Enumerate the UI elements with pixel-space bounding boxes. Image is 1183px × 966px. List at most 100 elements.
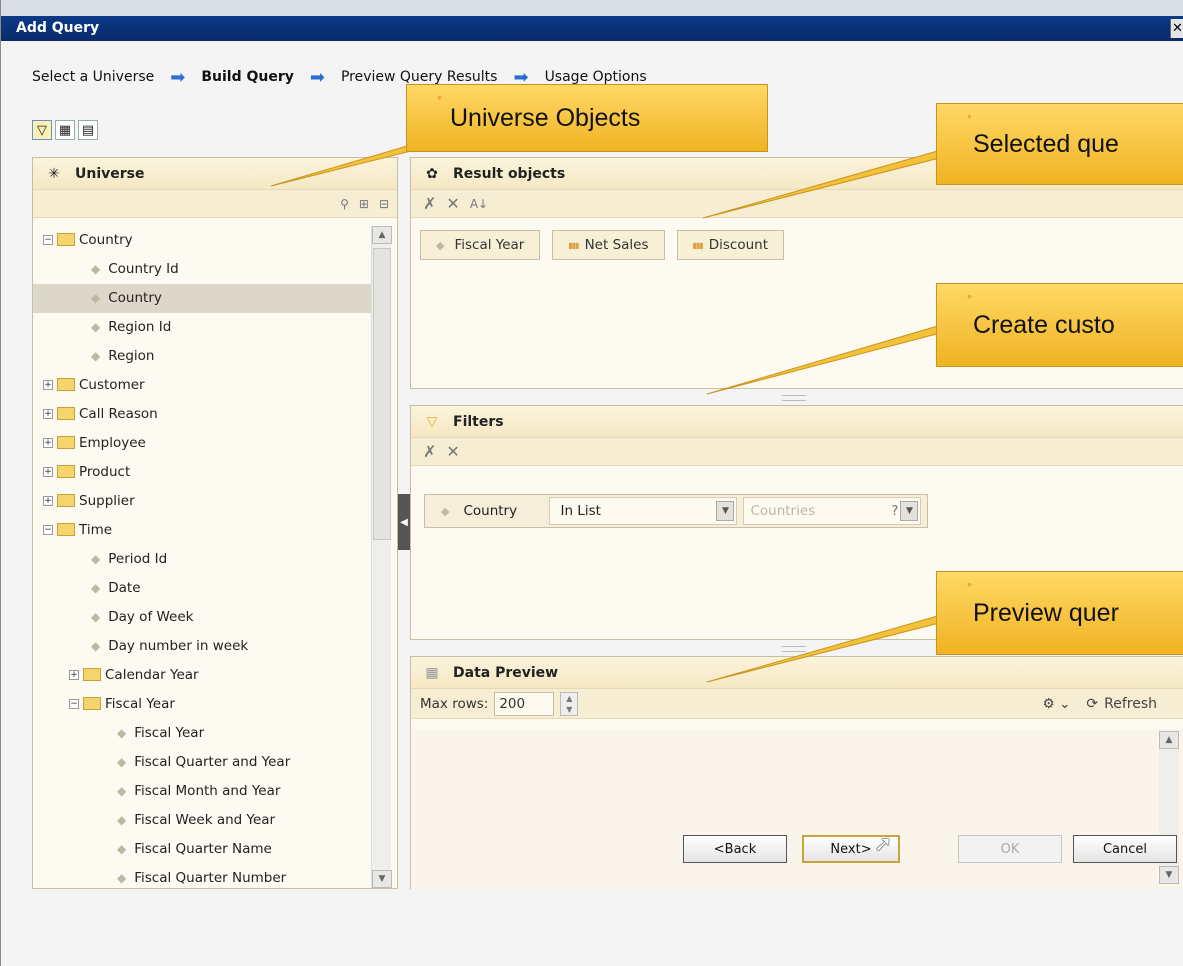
chevron-down-icon[interactable]: ▼ xyxy=(716,501,735,521)
refresh-button[interactable]: ⟳ Refresh xyxy=(1086,696,1157,712)
cancel-button[interactable]: Cancel xyxy=(1073,835,1177,863)
data-preview-toolbar: Max rows: 200 ▲ ▼ ⚙ ⌄ ⟳ Refresh xyxy=(411,689,1183,719)
remove-all-filters-icon[interactable]: ✗ xyxy=(423,442,436,461)
close-icon[interactable]: ✕ xyxy=(1170,19,1183,38)
tree-item-label: Fiscal Quarter Number xyxy=(134,870,287,886)
expand-icon[interactable]: + xyxy=(43,409,53,419)
tree-folder[interactable]: + Product xyxy=(33,458,373,487)
tree-item[interactable]: ◆ Region xyxy=(33,342,373,371)
tree-item[interactable]: ◆ Day number in week xyxy=(33,632,373,661)
max-rows-stepper[interactable]: ▲ ▼ xyxy=(560,691,579,716)
filter-operator-select[interactable]: In List ▼ xyxy=(549,497,738,525)
tree-folder[interactable]: + Calendar Year xyxy=(33,661,373,690)
tree-item[interactable]: ◆ Date xyxy=(33,574,373,603)
collapse-all-icon[interactable]: ⊟ xyxy=(379,197,389,211)
dimension-icon: ◆ xyxy=(91,262,101,276)
expand-icon[interactable]: + xyxy=(69,670,79,680)
tree-item[interactable]: ◆ Country xyxy=(33,284,373,313)
chevron-down-icon[interactable]: ▼ xyxy=(900,501,919,521)
scroll-down-icon[interactable]: ▼ xyxy=(1159,866,1179,884)
result-object-chip[interactable]: ◆ Fiscal Year xyxy=(420,230,541,260)
universe-scrollbar[interactable]: ▲ ▼ xyxy=(371,226,392,888)
table-view-icon[interactable]: ▦ xyxy=(55,120,75,140)
remove-filter-icon[interactable]: ✕ xyxy=(446,442,459,461)
search-icon[interactable]: ⚲ xyxy=(340,197,349,211)
measure-icon: ▮▮▮ xyxy=(692,240,704,250)
tree-folder[interactable]: − Fiscal Year xyxy=(33,690,373,719)
scroll-up-icon[interactable]: ▲ xyxy=(1159,731,1179,749)
tree-item[interactable]: ◆ Fiscal Quarter Name xyxy=(33,835,373,864)
settings-dropdown-icon[interactable]: ⚙ ⌄ xyxy=(1043,696,1071,712)
tree-item[interactable]: ◆ Fiscal Month and Year xyxy=(33,777,373,806)
back-button[interactable]: <Back xyxy=(683,835,787,863)
sort-icon[interactable]: A↓ xyxy=(470,197,488,211)
dimension-icon: ◆ xyxy=(91,552,101,566)
tree-item-label: Employee xyxy=(79,435,146,451)
dimension-icon: ◆ xyxy=(91,581,101,595)
result-object-chip[interactable]: ▮▮▮ Net Sales xyxy=(552,230,665,260)
filter-row[interactable]: ◆ Country In List ▼ Countries ? ▼ xyxy=(424,494,928,528)
remove-all-icon[interactable]: ✗ xyxy=(423,194,436,213)
folder-icon xyxy=(57,406,75,420)
bullet-icon: • xyxy=(967,108,972,124)
tree-folder[interactable]: + Call Reason xyxy=(33,400,373,429)
tree-item-label: Customer xyxy=(79,377,145,393)
prompt-icon[interactable]: ? xyxy=(891,503,898,519)
tree-item[interactable]: ◆ Fiscal Quarter and Year xyxy=(33,748,373,777)
scroll-up-icon[interactable]: ▲ xyxy=(372,226,392,244)
expand-all-icon[interactable]: ⊞ xyxy=(359,197,369,211)
tree-item-label: Region xyxy=(108,348,155,364)
tree-item[interactable]: ◆ Region Id xyxy=(33,313,373,342)
dimension-icon: ◆ xyxy=(117,842,127,856)
refresh-icon: ⟳ xyxy=(1086,696,1099,712)
table-icon: ▦ xyxy=(425,664,439,681)
tree-folder[interactable]: + Supplier xyxy=(33,487,373,516)
dimension-icon: ◆ xyxy=(91,320,101,334)
tree-item[interactable]: ◆ Day of Week xyxy=(33,603,373,632)
tree-item-label: Fiscal Quarter Name xyxy=(134,841,272,857)
result-object-label: Fiscal Year xyxy=(454,237,525,253)
results-filters-splitter[interactable] xyxy=(410,389,1183,405)
remove-icon[interactable]: ✕ xyxy=(446,194,459,213)
dimension-icon: ◆ xyxy=(91,291,101,305)
view-toolbar: ▽ ▦ ▤ xyxy=(32,120,98,140)
tree-item[interactable]: ◆ Fiscal Year xyxy=(33,719,373,748)
tree-item-label: Day number in week xyxy=(108,638,249,654)
filters-title: Filters xyxy=(453,413,504,430)
expand-icon[interactable]: + xyxy=(43,438,53,448)
max-rows-input[interactable]: 200 xyxy=(494,691,555,716)
title-bar: Add Query ✕ xyxy=(1,16,1183,41)
collapse-icon[interactable]: − xyxy=(43,525,53,535)
dimension-icon: ◆ xyxy=(117,726,127,740)
tree-folder[interactable]: + Customer xyxy=(33,371,373,400)
dimension-icon: ◆ xyxy=(436,238,445,252)
result-object-chip[interactable]: ▮▮▮ Discount xyxy=(676,230,784,260)
tree-item[interactable]: ◆ Fiscal Quarter Number xyxy=(33,864,373,888)
properties-icon[interactable]: ▤ xyxy=(78,120,98,140)
tree-item-label: Fiscal Year xyxy=(105,696,175,712)
collapse-icon[interactable]: − xyxy=(69,699,79,709)
tree-item[interactable]: ◆ Country Id xyxy=(33,255,373,284)
expand-icon[interactable]: + xyxy=(43,380,53,390)
expand-icon[interactable]: + xyxy=(43,467,53,477)
filter-view-icon[interactable]: ▽ xyxy=(32,120,52,140)
scroll-thumb[interactable] xyxy=(373,248,391,540)
tree-item[interactable]: ◆ Period Id xyxy=(33,545,373,574)
tree-item[interactable]: ◆ Fiscal Week and Year xyxy=(33,806,373,835)
step-build-query: Build Query xyxy=(201,69,294,85)
measure-icon: ▮▮▮ xyxy=(568,240,579,250)
collapse-icon[interactable]: − xyxy=(43,235,53,245)
universe-toolbar: ⚲ ⊞ ⊟ xyxy=(33,190,397,218)
callout-selected-query: • Selected que xyxy=(936,103,1183,185)
max-rows-label: Max rows: xyxy=(420,695,489,712)
tree-folder[interactable]: − Country xyxy=(33,226,373,255)
collapse-panel-handle[interactable]: ◀ xyxy=(398,494,410,550)
step-usage-options: Usage Options xyxy=(544,69,647,85)
tree-folder[interactable]: + Employee xyxy=(33,429,373,458)
scroll-down-icon[interactable]: ▼ xyxy=(372,870,392,888)
background-strip xyxy=(1,0,1183,16)
tree-folder[interactable]: − Time xyxy=(33,516,373,545)
filter-value-input[interactable]: Countries ? ▼ xyxy=(743,497,922,525)
expand-icon[interactable]: + xyxy=(43,496,53,506)
result-object-label: Discount xyxy=(708,237,768,253)
